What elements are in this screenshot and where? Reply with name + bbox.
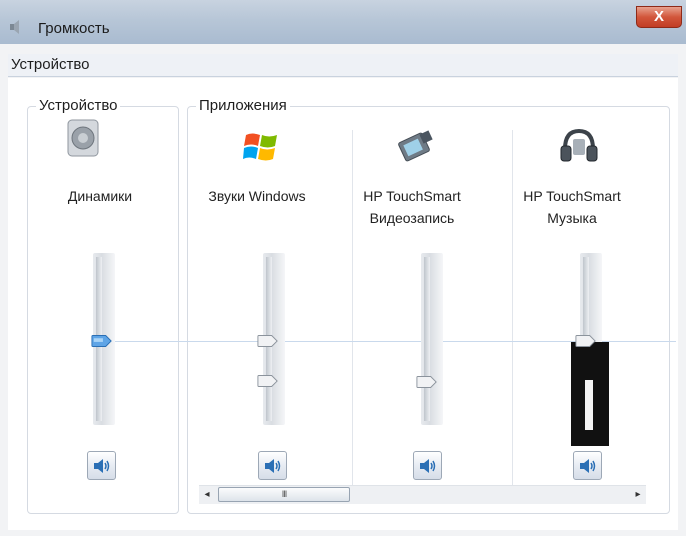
speaker-volume-icon xyxy=(420,459,436,473)
close-icon: X xyxy=(653,8,664,25)
windows-sounds-mute-button[interactable] xyxy=(258,451,287,480)
speaker-icon xyxy=(67,119,99,157)
video-app-mute-button[interactable] xyxy=(413,451,442,480)
slider-track xyxy=(424,257,430,421)
title-bar[interactable]: Громкость X xyxy=(0,0,686,44)
video-app-label-line2: Видеозапись xyxy=(369,210,455,226)
close-button[interactable]: X xyxy=(636,6,682,28)
video-app-volume-slider[interactable] xyxy=(421,253,443,425)
menu-item-device[interactable]: Устройство xyxy=(11,56,89,73)
music-app-volume-thumb[interactable] xyxy=(575,334,597,348)
music-app-label-line1: HP TouchSmart xyxy=(523,188,621,204)
applications-group-legend: Приложения xyxy=(196,97,290,114)
device-volume-thumb[interactable] xyxy=(91,334,113,348)
menu-bar: Устройство xyxy=(8,54,678,77)
speaker-volume-icon xyxy=(265,459,281,473)
scrollbar-thumb[interactable]: III xyxy=(218,487,350,502)
device-mute-button[interactable] xyxy=(87,451,116,480)
window-title: Громкость xyxy=(38,20,110,37)
device-label: Динамики xyxy=(67,188,133,204)
volume-mixer-window: Громкость X Устройство Устройство Прилож… xyxy=(0,0,686,536)
speaker-title-icon xyxy=(10,20,19,34)
scrollbar-grip: III xyxy=(281,489,288,499)
music-peak-meter-level xyxy=(585,380,593,430)
speaker-volume-icon xyxy=(580,459,596,473)
video-recorder-icon xyxy=(398,130,433,162)
speaker-volume-icon xyxy=(94,459,110,473)
video-app-label-line1: HP TouchSmart xyxy=(363,188,461,204)
applications-horizontal-scrollbar[interactable]: ◂ III ▸ xyxy=(199,485,646,504)
windows-sounds-label: Звуки Windows xyxy=(208,188,306,204)
scroll-right-arrow-icon[interactable]: ▸ xyxy=(632,489,644,501)
windows-sounds-volume-thumb[interactable] xyxy=(257,334,279,348)
music-app-mute-button[interactable] xyxy=(573,451,602,480)
device-group-legend: Устройство xyxy=(36,97,121,114)
video-app-volume-thumb[interactable] xyxy=(416,375,438,389)
windows-flag-icon xyxy=(243,133,277,161)
headphones-icon xyxy=(560,128,598,162)
music-app-label-line2: Музыка xyxy=(547,210,597,226)
windows-sounds-peak-marker xyxy=(257,375,278,387)
scroll-left-arrow-icon[interactable]: ◂ xyxy=(201,489,213,501)
